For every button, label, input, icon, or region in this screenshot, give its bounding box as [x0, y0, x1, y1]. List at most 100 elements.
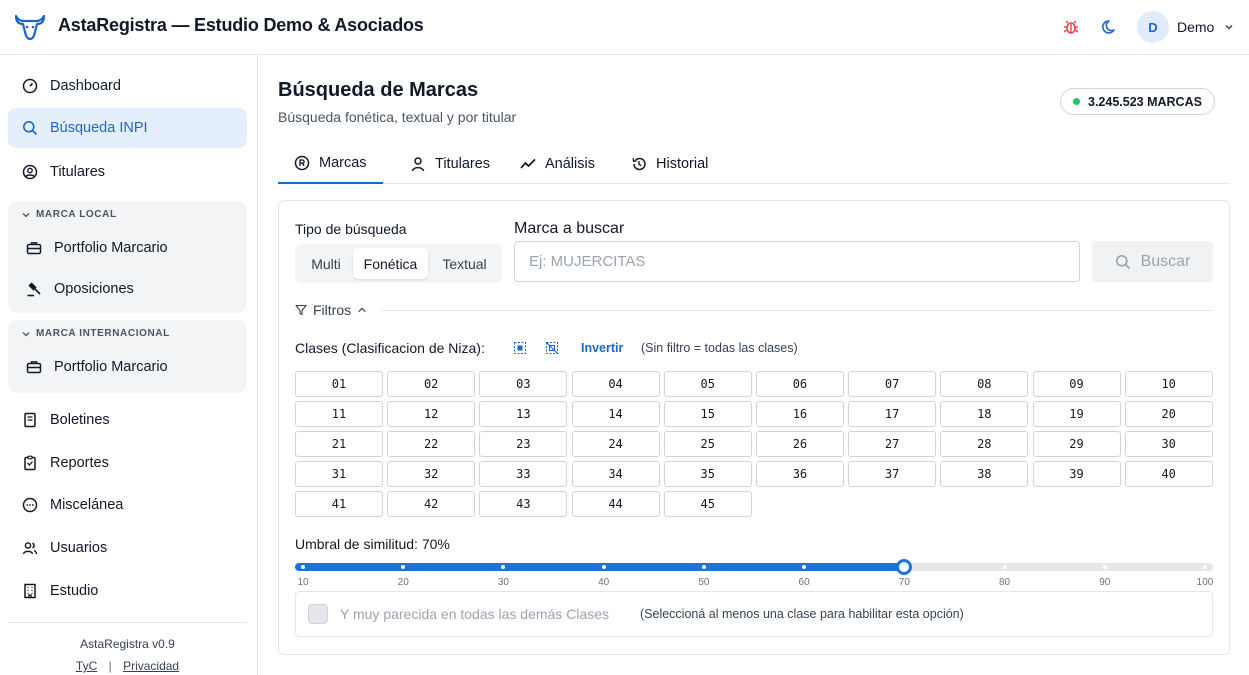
class-button[interactable]: 44: [571, 491, 660, 517]
class-button[interactable]: 20: [1124, 401, 1213, 427]
select-all-icon[interactable]: [513, 341, 527, 355]
sidebar-item-label: Dashboard: [50, 78, 121, 94]
threshold-label: Umbral de similitud: 70%: [295, 536, 450, 552]
bull-logo-icon[interactable]: [13, 12, 47, 42]
class-button[interactable]: 45: [663, 491, 752, 517]
class-button[interactable]: 13: [479, 401, 568, 427]
class-button[interactable]: 23: [479, 431, 568, 457]
class-button[interactable]: 39: [1032, 461, 1121, 487]
class-button[interactable]: 17: [848, 401, 937, 427]
search-type-fonetica[interactable]: Fonética: [353, 248, 428, 279]
class-button[interactable]: 15: [663, 401, 752, 427]
building-icon: [24, 583, 36, 599]
class-button[interactable]: 04: [571, 371, 660, 397]
tab-analisis[interactable]: Análisis: [504, 144, 611, 184]
threshold-slider[interactable]: [295, 559, 1213, 575]
moon-icon[interactable]: [1100, 17, 1120, 37]
similar-classes-checkbox[interactable]: [308, 604, 328, 624]
chevron-up-icon: [358, 307, 366, 313]
filters-toggle[interactable]: Filtros: [295, 302, 367, 318]
class-button[interactable]: 02: [387, 371, 476, 397]
marca-search-input[interactable]: [514, 241, 1080, 282]
search-button[interactable]: Buscar: [1092, 241, 1213, 282]
class-button[interactable]: 24: [571, 431, 660, 457]
count-badge: 3.245.523 MARCAS: [1060, 88, 1215, 115]
deselect-all-icon[interactable]: [545, 341, 559, 355]
class-button[interactable]: 14: [571, 401, 660, 427]
class-button[interactable]: 30: [1124, 431, 1213, 457]
class-button[interactable]: 12: [387, 401, 476, 427]
class-button[interactable]: 35: [663, 461, 752, 487]
search-type-textual[interactable]: Textual: [433, 248, 496, 279]
class-button[interactable]: 34: [571, 461, 660, 487]
group-header[interactable]: MARCA INTERNACIONAL: [22, 328, 170, 339]
class-button[interactable]: 33: [479, 461, 568, 487]
class-button[interactable]: 38: [940, 461, 1029, 487]
class-button[interactable]: 11: [295, 401, 383, 427]
bug-icon[interactable]: [1061, 17, 1081, 37]
sidebar-item-oposiciones[interactable]: Oposiciones: [26, 271, 134, 307]
tab-marcas[interactable]: Marcas: [278, 144, 383, 184]
sidebar-item-titulares[interactable]: Titulares: [8, 152, 247, 192]
dots-circle-icon: [22, 497, 38, 513]
class-button[interactable]: 26: [755, 431, 844, 457]
sidebar-item-dashboard[interactable]: Dashboard: [8, 66, 247, 106]
chevron-down-icon: [1225, 24, 1233, 30]
sidebar-item-boletines[interactable]: Boletines: [8, 400, 247, 440]
class-button[interactable]: 36: [755, 461, 844, 487]
class-button[interactable]: 21: [295, 431, 383, 457]
sidebar-item-miscelanea[interactable]: Miscelánea: [8, 485, 247, 525]
sidebar-item-label: Búsqueda INPI: [50, 120, 148, 136]
class-button[interactable]: 22: [387, 431, 476, 457]
sidebar-item-estudio[interactable]: Estudio: [8, 571, 247, 611]
class-button[interactable]: 28: [940, 431, 1029, 457]
class-button[interactable]: 03: [479, 371, 568, 397]
sidebar-item-label: Reportes: [50, 455, 109, 471]
group-marca-internacional: MARCA INTERNACIONAL Portfolio Marcario: [8, 320, 247, 393]
class-button[interactable]: 10: [1124, 371, 1213, 397]
sidebar-item-label: Titulares: [50, 164, 106, 180]
class-button[interactable]: 16: [755, 401, 844, 427]
class-button[interactable]: 19: [1032, 401, 1121, 427]
class-button[interactable]: 42: [387, 491, 476, 517]
group-marca-local: MARCA LOCAL Portfolio Marcario Oposicion…: [8, 201, 247, 313]
terms-link[interactable]: TyC: [76, 659, 97, 673]
sidebar-item-busqueda-inpi[interactable]: Búsqueda INPI: [8, 108, 247, 148]
class-button[interactable]: 41: [295, 491, 383, 517]
class-button[interactable]: 27: [848, 431, 937, 457]
sidebar-item-reportes[interactable]: Reportes: [8, 443, 247, 483]
class-button[interactable]: 05: [663, 371, 752, 397]
threshold-tick-label: 70: [898, 577, 910, 588]
class-button[interactable]: 01: [295, 371, 383, 397]
search-type-multi[interactable]: Multi: [303, 248, 349, 279]
sidebar-footer: AstaRegistra v0.9 TyC | Privacidad: [8, 622, 247, 673]
sidebar-item-portfolio-local[interactable]: Portfolio Marcario: [26, 230, 168, 266]
book-icon: [24, 412, 36, 428]
class-button[interactable]: 31: [295, 461, 383, 487]
class-button[interactable]: 29: [1032, 431, 1121, 457]
user-menu[interactable]: D Demo: [1137, 11, 1234, 43]
class-button[interactable]: 08: [940, 371, 1029, 397]
class-button[interactable]: 06: [755, 371, 844, 397]
tab-label: Titulares: [435, 156, 491, 172]
sidebar-item-usuarios[interactable]: Usuarios: [8, 528, 247, 568]
class-button[interactable]: 43: [479, 491, 568, 517]
privacy-link[interactable]: Privacidad: [123, 659, 179, 673]
class-button[interactable]: 37: [848, 461, 937, 487]
tab-titulares[interactable]: Titulares: [394, 144, 506, 184]
class-button[interactable]: 32: [387, 461, 476, 487]
threshold-tick-label: 10: [297, 577, 309, 588]
invert-selection-button[interactable]: Invertir: [581, 341, 623, 355]
tab-historial[interactable]: Historial: [615, 144, 724, 184]
class-button[interactable]: 40: [1124, 461, 1213, 487]
class-button[interactable]: 07: [848, 371, 937, 397]
group-header[interactable]: MARCA LOCAL: [22, 209, 117, 220]
threshold-tick-label: 80: [998, 577, 1011, 588]
class-button[interactable]: 18: [940, 401, 1029, 427]
group-title: MARCA LOCAL: [36, 209, 117, 220]
class-button[interactable]: 25: [663, 431, 752, 457]
sidebar-item-portfolio-intl[interactable]: Portfolio Marcario: [26, 349, 168, 385]
class-button[interactable]: 09: [1032, 371, 1121, 397]
classes-hint: (Sin filtro = todas las clases): [641, 341, 798, 355]
search-button-label: Buscar: [1140, 252, 1191, 270]
